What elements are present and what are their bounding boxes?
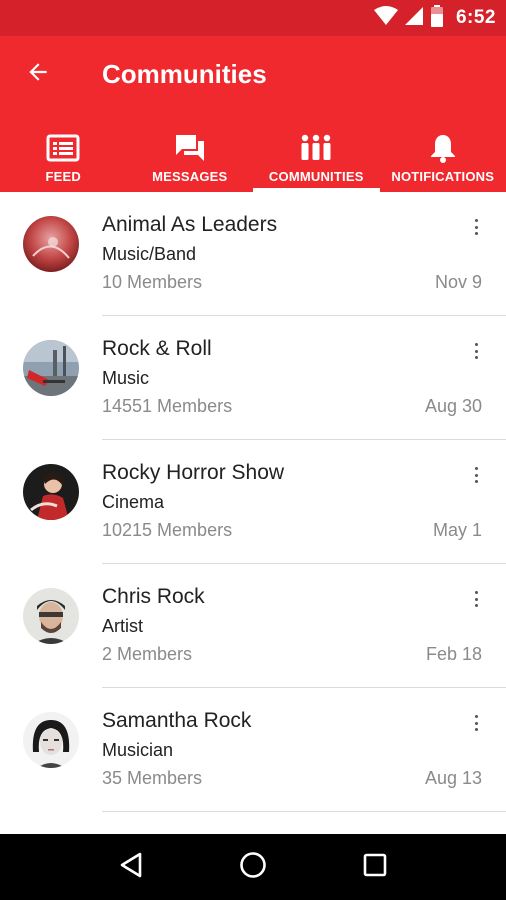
- tab-communities[interactable]: COMMUNITIES: [253, 112, 380, 192]
- triangle-back-icon: [118, 851, 144, 884]
- tab-notifications[interactable]: NOTIFICATIONS: [380, 112, 506, 192]
- community-title: Rock & Roll: [102, 337, 212, 360]
- more-options-icon[interactable]: [468, 712, 484, 734]
- avatar: [23, 588, 79, 644]
- community-category: Artist: [102, 616, 144, 636]
- member-count: 2 Members: [102, 644, 193, 664]
- list-item[interactable]: Chris Rock Artist 2 Members Feb 18: [0, 564, 506, 688]
- page-title: Communities: [102, 59, 267, 89]
- circle-home-icon: [239, 851, 267, 884]
- community-date: Aug 30: [424, 396, 482, 416]
- messages-icon: [174, 133, 206, 163]
- wifi-icon: [373, 5, 398, 31]
- status-bar: 6:52: [0, 0, 506, 36]
- tab-feed[interactable]: FEED: [0, 112, 127, 192]
- battery-icon: [430, 4, 444, 32]
- member-count: 10 Members: [102, 272, 203, 292]
- avatar: [23, 712, 79, 768]
- back-button[interactable]: [20, 56, 56, 92]
- more-options-icon[interactable]: [468, 340, 484, 362]
- bell-icon: [429, 133, 457, 163]
- community-category: Music: [102, 368, 150, 388]
- community-list: Animal As Leaders Music/Band 10 Members …: [0, 192, 506, 834]
- community-title: Chris Rock: [102, 585, 205, 608]
- status-time: 6:52: [455, 7, 496, 28]
- square-recents-icon: [362, 852, 388, 883]
- community-category: Cinema: [102, 492, 165, 512]
- nav-recents-button[interactable]: [353, 845, 397, 889]
- community-category: Musician: [102, 740, 174, 760]
- avatar: [23, 340, 79, 396]
- community-category: Music/Band: [102, 244, 197, 264]
- avatar: [23, 216, 79, 272]
- system-nav-bar: [0, 834, 506, 900]
- member-count: 14551 Members: [102, 396, 233, 416]
- more-options-icon[interactable]: [468, 588, 484, 610]
- list-item[interactable]: Samantha Rock Musician 35 Members Aug 13: [0, 688, 506, 812]
- tab-label: FEED: [45, 169, 81, 184]
- more-options-icon[interactable]: [468, 464, 484, 486]
- nav-home-button[interactable]: [231, 845, 275, 889]
- list-item[interactable]: Animal As Leaders Music/Band 10 Members …: [0, 192, 506, 316]
- divider: [102, 811, 506, 812]
- tab-label: COMMUNITIES: [268, 169, 364, 184]
- community-title: Samantha Rock: [102, 709, 252, 732]
- cellular-signal-icon: [404, 6, 424, 31]
- list-item[interactable]: Rocky Horror Show Cinema 10215 Members M…: [0, 440, 506, 564]
- nav-back-button[interactable]: [109, 845, 153, 889]
- community-date: Nov 9: [434, 272, 482, 292]
- tab-label: MESSAGES: [152, 169, 228, 184]
- community-date: Feb 18: [425, 644, 482, 664]
- avatar: [23, 464, 79, 520]
- tab-bar: FEED MESSAGES COMMUNITIES NOTIFICATIONS: [0, 112, 506, 192]
- community-title: Rocky Horror Show: [102, 461, 285, 484]
- community-date: May 1: [432, 520, 482, 540]
- more-options-icon[interactable]: [468, 216, 484, 238]
- community-title: Animal As Leaders: [102, 213, 278, 236]
- list-item[interactable]: Rock & Roll Music 14551 Members Aug 30: [0, 316, 506, 440]
- tab-messages[interactable]: MESSAGES: [127, 112, 254, 192]
- feed-icon: [46, 133, 80, 163]
- community-date: Aug 13: [424, 768, 482, 788]
- member-count: 35 Members: [102, 768, 203, 788]
- status-icons: 6:52: [373, 0, 496, 36]
- app-bar: Communities: [0, 36, 506, 112]
- arrow-back-icon: [25, 59, 51, 90]
- member-count: 10215 Members: [102, 520, 233, 540]
- communities-icon: [299, 133, 333, 163]
- tab-label: NOTIFICATIONS: [391, 169, 495, 184]
